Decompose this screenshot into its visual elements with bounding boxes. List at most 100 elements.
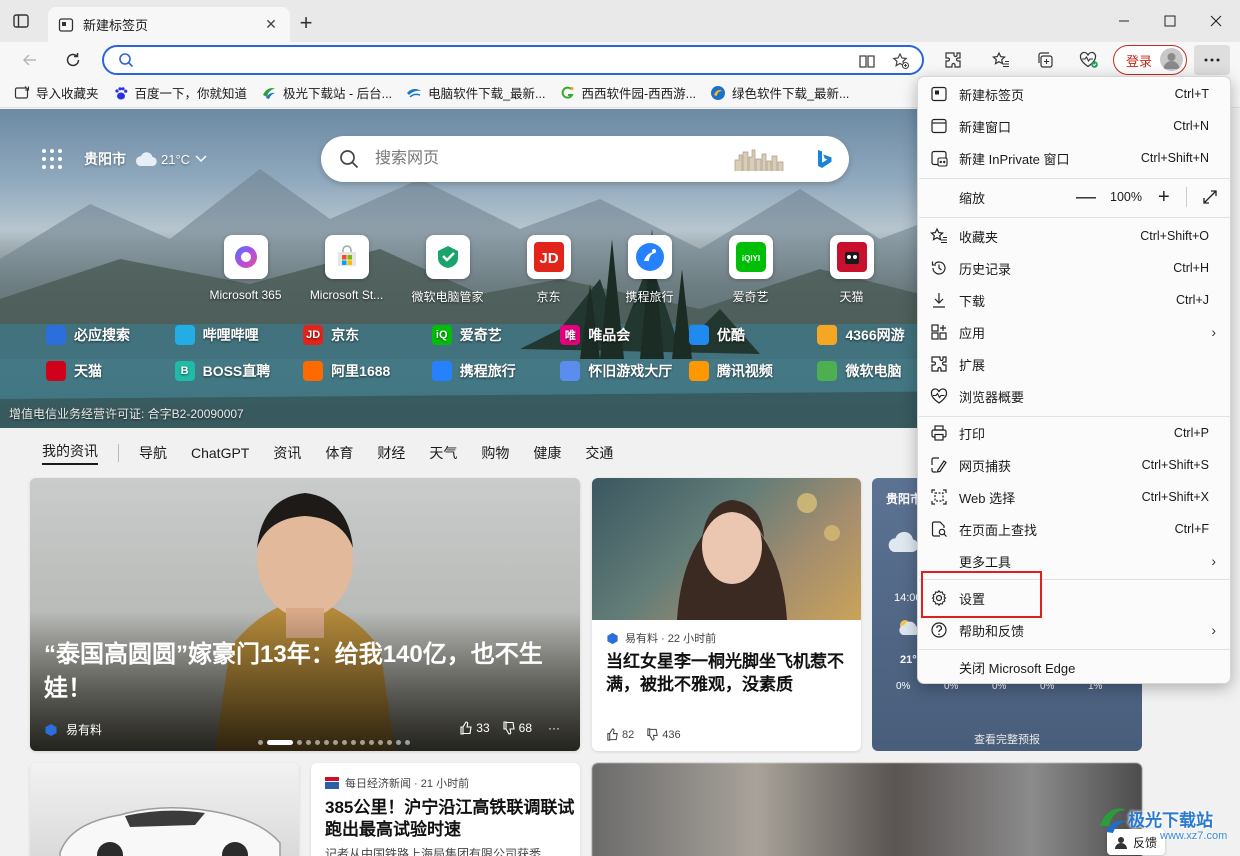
new-tab-button[interactable]: + xyxy=(296,12,316,34)
menu-item-new-window[interactable]: 新建窗口 Ctrl+N xyxy=(918,110,1232,142)
thumbs-up-icon[interactable] xyxy=(459,721,473,735)
tab-new-tab[interactable]: 新建标签页 ✕ xyxy=(48,7,290,42)
tile-iqiyi[interactable]: iQIYI 爱奇艺 xyxy=(700,235,801,305)
quicklink-item[interactable]: 优酷 xyxy=(688,325,818,345)
tab-actions-icon[interactable] xyxy=(12,12,34,34)
login-button[interactable]: 登录 xyxy=(1113,45,1187,75)
tab-traffic[interactable]: 交通 xyxy=(585,443,613,463)
maximize-icon[interactable] xyxy=(1160,12,1180,30)
collections-icon[interactable] xyxy=(1035,50,1055,70)
quicklink-item[interactable]: B BOSS直聘 xyxy=(174,361,304,381)
menu-item-new-tab[interactable]: 新建标签页 Ctrl+T xyxy=(918,78,1232,110)
tile-microsoft-store[interactable]: Microsoft St... xyxy=(296,235,397,305)
news-card-car[interactable] xyxy=(30,763,299,856)
celebrity-headline[interactable]: 当红女星李一桐光脚坐飞机惹不满，被批不雅观，没素质 xyxy=(606,650,851,696)
tab-health[interactable]: 健康 xyxy=(533,443,561,463)
quicklink-item[interactable]: 唯唯品会 xyxy=(560,325,689,345)
tile-microsoft-365[interactable]: Microsoft 365 xyxy=(195,235,296,305)
tile-ctrip[interactable]: 携程旅行 xyxy=(599,235,700,305)
menu-item-apps[interactable]: 应用 › xyxy=(918,316,1232,348)
extensions-toolbar-icon[interactable] xyxy=(943,50,963,70)
weather-temperature[interactable]: 21°C xyxy=(161,152,190,167)
minimize-icon[interactable] xyxy=(1114,12,1134,30)
bookmark-xz7[interactable]: 极光下载站 - 后台... xyxy=(261,81,392,105)
license-text[interactable]: 增值电信业务经营许可证: 合字B2-20090007 xyxy=(9,405,244,422)
close-window-icon[interactable] xyxy=(1206,12,1226,30)
news-card-featured[interactable]: “泰国高圆圆”嫁豪门13年：给我140亿，也不生娃！ 易有料 33 68 ··· xyxy=(30,478,580,751)
tab-finance[interactable]: 财经 xyxy=(377,443,405,463)
quicklink-item[interactable]: 天猫 xyxy=(46,361,175,381)
quicklink-item[interactable]: 阿里1688 xyxy=(303,361,432,381)
menu-item-web-select[interactable]: Web 选择 Ctrl+Shift+X xyxy=(918,481,1232,513)
menu-item-close-edge[interactable]: 关闭 Microsoft Edge xyxy=(918,651,1232,683)
bookmark-cr173[interactable]: 西西软件园-西西游... xyxy=(559,81,696,105)
more-options-icon[interactable]: ··· xyxy=(548,721,560,735)
menu-item-print[interactable]: 打印 Ctrl+P xyxy=(918,417,1232,449)
menu-item-extensions[interactable]: 扩展 xyxy=(918,348,1232,380)
quicklink-item[interactable]: 哔哩哔哩 xyxy=(174,325,304,345)
quicklink-item[interactable]: 怀旧游戏大厅 xyxy=(560,361,689,381)
menu-item-help-feedback[interactable]: 帮助和反馈 › xyxy=(918,614,1232,646)
thumbs-up-icon[interactable] xyxy=(606,728,619,741)
bookmark-pc-software[interactable]: 电脑软件下载_最新... xyxy=(406,81,545,105)
railway-headline[interactable]: 385公里！沪宁沿江高铁联调联试跑出最高试验时速 xyxy=(325,797,575,841)
menu-item-downloads[interactable]: 下载 Ctrl+J xyxy=(918,284,1232,316)
favorites-toolbar-icon[interactable] xyxy=(991,50,1011,70)
quicklink-logo-icon xyxy=(817,361,838,381)
menu-item-favorites[interactable]: 收藏夹 Ctrl+Shift+O xyxy=(918,220,1232,252)
quicklink-label: 怀旧游戏大厅 xyxy=(588,363,673,379)
full-forecast-link[interactable]: 查看完整预报 xyxy=(974,731,1040,747)
quicklink-item[interactable]: 腾讯视频 xyxy=(688,361,818,381)
bing-icon[interactable] xyxy=(815,149,833,169)
menu-item-new-inprivate[interactable]: 新建 InPrivate 窗口 Ctrl+Shift+N xyxy=(918,142,1232,174)
quicklink-item[interactable]: 携程旅行 xyxy=(431,361,561,381)
carousel-dots[interactable] xyxy=(258,740,414,745)
bookmark-green-software[interactable]: 绿色软件下载_最新... xyxy=(710,81,849,105)
menu-item-history[interactable]: 历史记录 Ctrl+H xyxy=(918,252,1232,284)
featured-headline[interactable]: “泰国高圆圆”嫁豪门13年：给我140亿，也不生娃！ xyxy=(44,638,574,706)
quicklink-item[interactable]: iQ 爱奇艺 xyxy=(431,325,561,345)
zoom-in-button[interactable]: + xyxy=(1158,187,1170,207)
tab-shopping[interactable]: 购物 xyxy=(481,443,509,463)
tab-navigation[interactable]: 导航 xyxy=(139,443,167,463)
tile-pc-manager[interactable]: 微软电脑管家 xyxy=(397,235,498,305)
news-card-railway[interactable]: 每日经济新闻 · 21 小时前 385公里！沪宁沿江高铁联调联试跑出最高试验时速… xyxy=(311,763,580,856)
quicklink-logo-icon xyxy=(688,361,709,381)
web-search-input[interactable] xyxy=(375,148,715,170)
tab-sports[interactable]: 体育 xyxy=(325,443,353,463)
browser-essentials-toolbar-icon[interactable] xyxy=(1079,50,1099,70)
zoom-out-button[interactable]: — xyxy=(1076,187,1096,207)
tile-jd[interactable]: JD 京东 xyxy=(498,235,599,305)
menu-item-web-capture[interactable]: 网页捕获 Ctrl+Shift+S xyxy=(918,449,1232,481)
bookmark-baidu[interactable]: 百度一下，你就知道 xyxy=(113,81,247,105)
web-search-box[interactable] xyxy=(321,136,849,182)
news-card-celebrity[interactable]: 易有料 · 22 小时前 当红女星李一桐光脚坐飞机惹不满，被批不雅观，没素质 8… xyxy=(592,478,861,751)
tab-weather[interactable]: 天气 xyxy=(429,443,457,463)
weather-city[interactable]: 贵阳市 xyxy=(84,149,126,169)
menu-item-find-on-page[interactable]: 在页面上查找 Ctrl+F xyxy=(918,513,1232,545)
quicklink-item[interactable]: JD 京东 xyxy=(303,325,432,345)
address-input[interactable] xyxy=(144,50,844,70)
settings-and-more-button[interactable] xyxy=(1194,45,1230,75)
tab-news[interactable]: 资讯 xyxy=(273,443,301,463)
watermark-text: 极光下载站 xyxy=(1128,811,1213,830)
back-icon[interactable] xyxy=(20,50,40,70)
featured-source: 易有料 xyxy=(44,721,102,738)
bookmark-import[interactable]: 导入收藏夹 xyxy=(14,81,99,105)
address-bar[interactable] xyxy=(102,45,924,75)
add-favorite-icon[interactable] xyxy=(892,52,910,70)
refresh-icon[interactable] xyxy=(63,50,83,70)
chevron-down-icon[interactable] xyxy=(194,154,208,164)
news-card-blurred[interactable] xyxy=(592,763,1142,856)
thumbs-down-icon[interactable] xyxy=(646,728,659,741)
menu-item-browser-essentials[interactable]: 浏览器概要 xyxy=(918,380,1232,412)
tab-close-icon[interactable]: ✕ xyxy=(262,16,280,34)
tab-chatgpt[interactable]: ChatGPT xyxy=(191,445,249,461)
thumbs-down-icon[interactable] xyxy=(502,721,516,735)
quicklink-item[interactable]: 必应搜索 xyxy=(46,325,175,345)
tab-my-feed[interactable]: 我的资讯 xyxy=(42,441,98,465)
tile-tmall[interactable]: 天猫 xyxy=(801,235,902,305)
reading-view-icon[interactable] xyxy=(858,52,876,70)
fullscreen-icon[interactable] xyxy=(1201,188,1219,206)
apps-launcher-icon[interactable] xyxy=(42,149,62,169)
